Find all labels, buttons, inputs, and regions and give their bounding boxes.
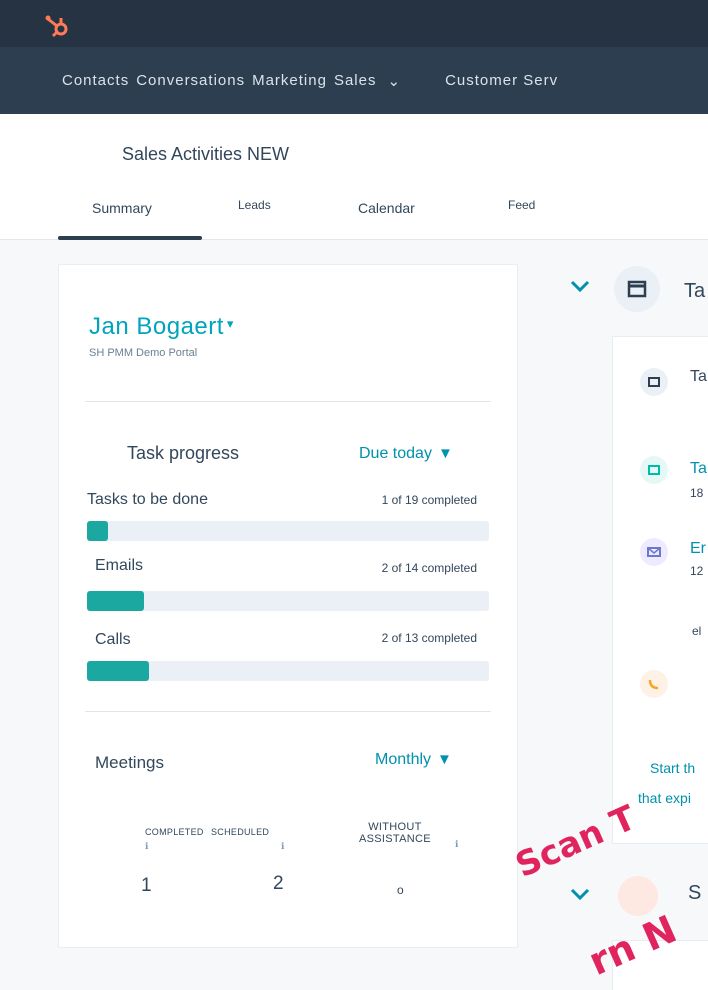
emails-sub: 12 (690, 564, 704, 578)
phone-icon (648, 679, 659, 690)
tasks-section-title: Ta (684, 280, 706, 302)
nav-item-sales[interactable]: Sales (334, 72, 377, 90)
tasks-count: 1 of 19 completed (381, 493, 477, 507)
hubspot-logo-icon[interactable] (44, 13, 70, 39)
without-header: WITHOUT ASSISTANCE (359, 821, 431, 845)
emails-label: Emails (95, 557, 144, 574)
task-icon (648, 377, 660, 387)
scheduled-value: 2 (273, 873, 284, 894)
email-icon (647, 547, 661, 557)
divider (85, 711, 491, 712)
triangle-down-icon: ▼ (437, 751, 452, 768)
emails-link[interactable]: Er (690, 540, 706, 558)
task-item-title: Ta (690, 368, 707, 385)
tasks-progress-track (87, 521, 489, 541)
portal-name: SH PMM Demo Portal (89, 347, 198, 359)
calendar-icon (627, 280, 647, 298)
phone-icon-circle (640, 670, 668, 698)
scheduled-info-icon[interactable]: ℹ (281, 841, 284, 852)
due-today-filter[interactable]: Due today ▼ (359, 445, 453, 463)
emails-progress-fill (87, 591, 145, 611)
completed-info-icon[interactable]: ℹ (145, 841, 148, 852)
calls-count: 2 of 13 completed (381, 631, 477, 645)
nav-item-marketing[interactable]: Marketing (252, 72, 327, 90)
tab-calendar[interactable]: Calendar (358, 200, 415, 216)
email-icon-circle (640, 538, 668, 566)
completed-header: COMPLETED (145, 827, 204, 837)
user-name: Jan Bogaert (89, 313, 224, 340)
tab-feed[interactable]: Feed (508, 198, 535, 212)
emails-progress-track (87, 591, 489, 611)
collapse-chevron-icon[interactable] (568, 884, 592, 904)
monthly-filter[interactable]: Monthly ▼ (375, 751, 452, 769)
active-tab-indicator (58, 236, 202, 240)
top-strip (0, 0, 708, 47)
without-header-line1: WITHOUT (368, 821, 422, 833)
calls-progress-fill (87, 661, 149, 681)
emails-count: 2 of 14 completed (381, 561, 477, 575)
monthly-label: Monthly (375, 751, 432, 768)
sales-chevron-down-icon[interactable]: ⌄ (387, 72, 401, 90)
due-today-label: Due today (359, 445, 432, 462)
summary-card: Jan Bogaert ▾ SH PMM Demo Portal Task pro… (58, 264, 518, 948)
collapse-chevron-icon[interactable] (568, 276, 592, 296)
caret-down-icon: ▾ (226, 316, 234, 331)
tasks-label: Tasks to be done (87, 491, 208, 508)
task-icon-circle (640, 456, 668, 484)
start-trial-link-line2[interactable]: that expi (638, 790, 691, 806)
overlay-text-line1: Scan T (509, 797, 642, 886)
task-icon (648, 465, 660, 475)
tasks-icon-circle (614, 266, 660, 312)
sequence-icon-circle (618, 876, 658, 916)
task-progress-label: Task progress (127, 443, 240, 463)
divider (85, 401, 491, 402)
scheduled-header: SCHEDULED (211, 827, 270, 837)
tasks-progress-fill (87, 521, 109, 541)
nav-item-contacts[interactable]: Contacts (62, 72, 129, 90)
meetings-label: Meetings (95, 753, 164, 772)
completed-value: 1 (141, 875, 152, 896)
main-nav: Contacts Conversations Marketing Sales ⌄… (62, 72, 565, 90)
second-section-title: S (688, 882, 702, 904)
top-navigation-bar: Contacts Conversations Marketing Sales ⌄… (0, 0, 708, 114)
calls-label: Calls (95, 631, 131, 648)
task-icon-circle (640, 368, 668, 396)
tab-summary[interactable]: Summary (92, 200, 152, 216)
nav-item-customer-service[interactable]: Customer Serv (445, 72, 558, 90)
without-assistance-info-icon[interactable]: ℹ (455, 839, 458, 850)
page-title: Sales Activities NEW (122, 144, 290, 164)
start-trial-link[interactable]: Start th (650, 760, 695, 776)
page-header: Sales Activities NEW Summary Leads Calen… (0, 114, 708, 240)
nav-item-conversations[interactable]: Conversations (136, 72, 245, 90)
triangle-down-icon: ▼ (437, 445, 453, 462)
without-assistance-value: o (397, 883, 404, 897)
tasks-link[interactable]: Ta (690, 460, 707, 478)
calls-progress-track (87, 661, 489, 681)
without-header-line2: ASSISTANCE (359, 833, 431, 845)
tasks-sub: 18 (690, 486, 704, 500)
user-selector[interactable]: Jan Bogaert ▾ (89, 313, 234, 341)
list-text: el (692, 624, 702, 638)
tab-leads[interactable]: Leads (238, 198, 271, 212)
